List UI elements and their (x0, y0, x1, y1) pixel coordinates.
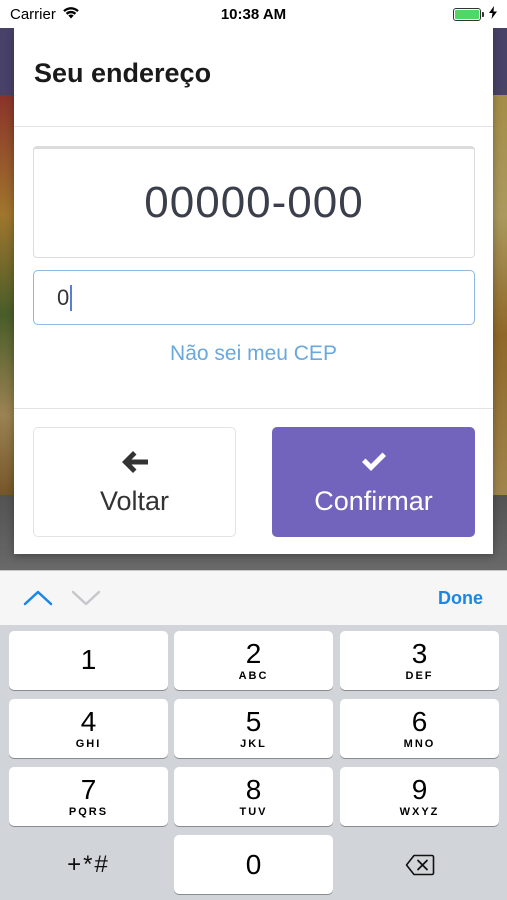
charging-bolt-icon (489, 5, 497, 23)
key-digit: 8 (245, 774, 262, 805)
key-digit: 5 (245, 706, 262, 737)
key-digit: 0 (245, 848, 262, 880)
status-bar: Carrier 10:38 AM (0, 0, 507, 28)
text-caret (70, 284, 73, 311)
key-5[interactable]: 5 JKL (174, 699, 333, 758)
confirm-button[interactable]: Confirmar (272, 427, 475, 537)
key-digit: 2 (245, 638, 262, 669)
done-button[interactable]: Done (438, 588, 483, 609)
key-4[interactable]: 4 GHI (9, 699, 168, 758)
address-modal: Seu endereço 00000-000 0 Não sei meu CEP… (14, 28, 493, 554)
key-letters: JKL (240, 738, 267, 750)
key-6[interactable]: 6 MNO (340, 699, 499, 758)
numeric-keypad: 1 2 ABC 3 DEF 4 GHI 5 JKL 6 MNO 7 PQRS 8… (0, 625, 507, 900)
cep-display: 00000-000 (33, 146, 475, 258)
backspace-key[interactable] (340, 835, 499, 894)
key-digit: 4 (80, 706, 97, 737)
key-letters: MNO (403, 738, 436, 750)
key-digit: 1 (80, 644, 97, 675)
arrow-left-icon (121, 448, 149, 476)
key-7[interactable]: 7 PQRS (9, 767, 168, 826)
forgot-cep-link[interactable]: Não sei meu CEP (14, 342, 493, 366)
key-digit: 9 (411, 774, 428, 805)
key-8[interactable]: 8 TUV (174, 767, 333, 826)
key-letters: TUV (239, 806, 268, 818)
carrier-label: Carrier (10, 5, 56, 23)
key-digit: 6 (411, 706, 428, 737)
key-symbols-label: +*# (67, 850, 110, 878)
confirm-button-label: Confirmar (314, 485, 433, 516)
key-letters: DEF (405, 670, 434, 682)
next-field-chevron-down-icon[interactable] (70, 588, 102, 608)
actions-divider (14, 408, 493, 409)
key-1[interactable]: 1 (9, 631, 168, 690)
backspace-icon (405, 854, 434, 875)
key-9[interactable]: 9 WXYZ (340, 767, 499, 826)
key-digit: 7 (80, 774, 97, 805)
cep-input[interactable]: 0 (33, 270, 475, 325)
key-letters: ABC (238, 670, 269, 682)
key-0[interactable]: 0 (174, 835, 333, 894)
key-2[interactable]: 2 ABC (174, 631, 333, 690)
previous-field-chevron-up-icon[interactable] (22, 588, 54, 608)
key-letters: PQRS (68, 806, 109, 818)
key-letters: WXYZ (399, 806, 440, 818)
battery-icon (453, 7, 484, 21)
key-3[interactable]: 3 DEF (340, 631, 499, 690)
back-button-label: Voltar (99, 485, 170, 516)
cep-input-value: 0 (57, 284, 70, 310)
back-button[interactable]: Voltar (33, 427, 236, 537)
checkmark-icon (360, 448, 388, 476)
keyboard-accessory-bar: Done (0, 570, 507, 625)
title-divider (14, 126, 493, 127)
key-symbols[interactable]: +*# (9, 835, 168, 894)
key-digit: 3 (411, 638, 428, 669)
modal-title: Seu endereço (34, 58, 212, 88)
key-letters: GHI (75, 738, 102, 750)
wifi-icon (62, 6, 80, 23)
